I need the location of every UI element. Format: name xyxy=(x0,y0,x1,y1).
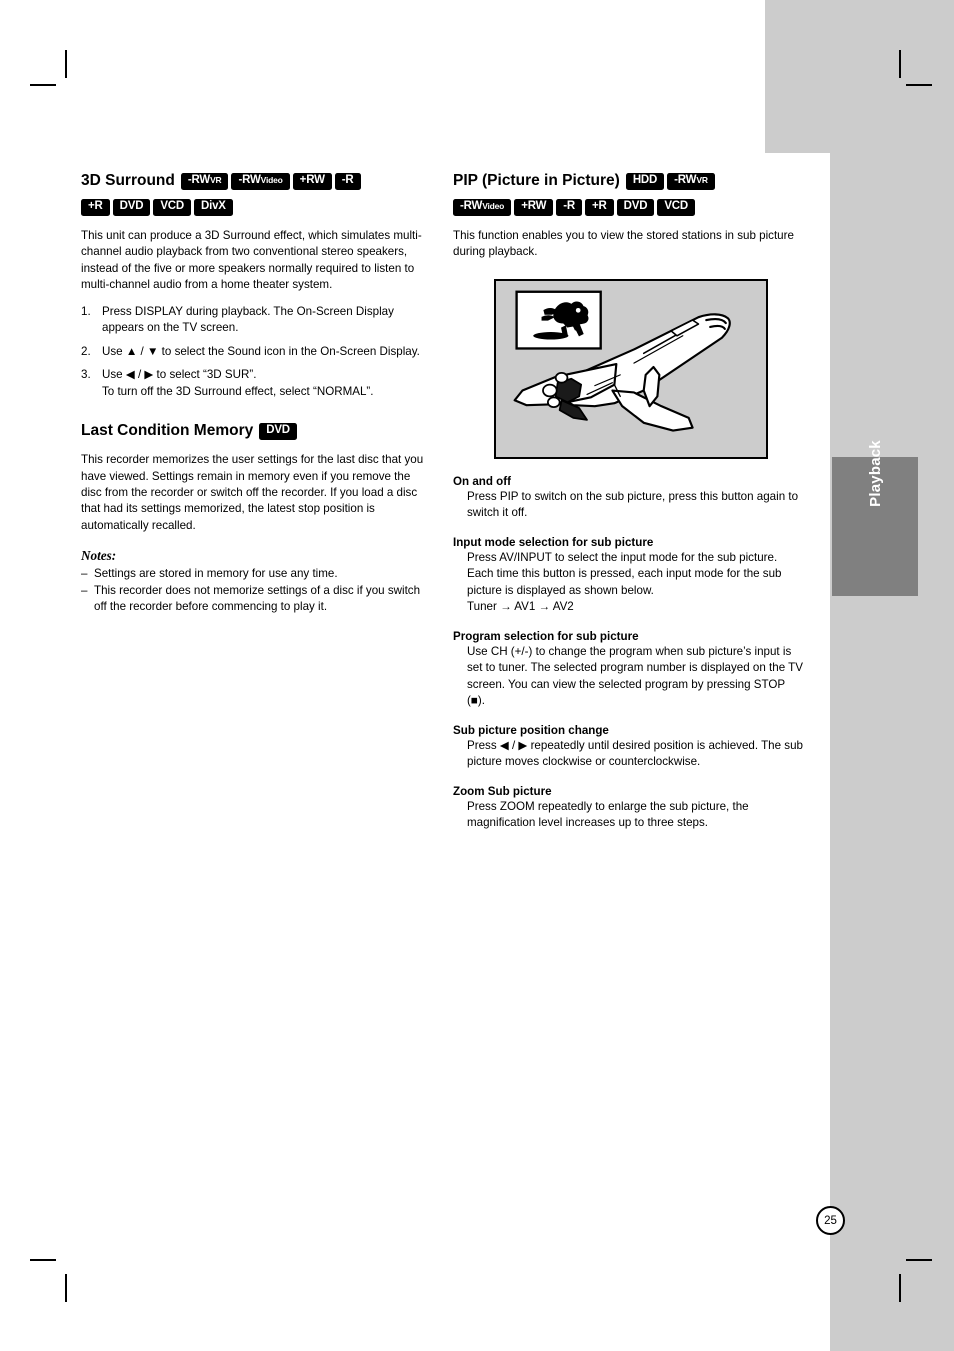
numbered-step-item: 2. Use ▲ / ▼ to select the Sound icon in … xyxy=(81,344,431,360)
crop-mark-bottom-left-vertical xyxy=(65,1274,67,1302)
page-gray-right-plate xyxy=(830,153,954,1351)
pip-subsection-heading: Zoom Sub picture xyxy=(453,784,552,798)
section-title-text: Last Condition Memory xyxy=(81,422,254,440)
pip-subsection-extra: Tuner → AV1 → AV2 xyxy=(467,600,574,614)
step-text: Use ◀ / ▶ to select “3D SUR”. To turn off… xyxy=(102,368,374,398)
pip-sub-picture-window xyxy=(515,290,602,350)
disc-badge-group-row2: -RWVideo +RW -R +R DVD VCD xyxy=(453,195,803,219)
numbered-step-item: 1. Press DISPLAY during playback. The On-… xyxy=(81,304,431,337)
note-dash-bullet: – xyxy=(81,567,88,581)
numbered-step-item: 3. Use ◀ / ▶ to select “3D SUR”. To turn o… xyxy=(81,367,431,400)
disc-format-badge-subtype: VR xyxy=(696,175,708,185)
crop-mark-top-right-vertical xyxy=(899,50,901,78)
pip-subsection-body: Press ZOOM repeatedly to enlarge the sub… xyxy=(467,799,749,830)
disc-format-badge: -R xyxy=(556,198,583,216)
pip-subsection-body: Press AV/INPUT to select the input mode … xyxy=(467,550,782,597)
manual-page: 3D Surround -RWVR -RWVideo +RW -R +R DVD VCD Di… xyxy=(0,0,954,1351)
pip-subsection-heading: Sub picture position change xyxy=(453,723,609,737)
disc-format-badge: DVD xyxy=(259,422,297,441)
crop-mark-bottom-right-vertical xyxy=(899,1274,901,1302)
disc-format-badge: VCD xyxy=(153,198,191,216)
disc-badge-group-inline: DVD xyxy=(259,422,300,441)
note-item: – Settings are stored in memory for use a… xyxy=(81,566,431,582)
section-title-text: PIP (Picture in Picture) xyxy=(453,172,620,189)
pip-subsection-heading: Program selection for sub picture xyxy=(453,629,639,643)
section-intro-paragraph: This function enables you to view the st… xyxy=(453,229,794,259)
note-text: This recorder does not memorize settings… xyxy=(94,583,421,614)
note-item: – This recorder does not memorize setting… xyxy=(81,583,431,616)
pip-subsection-body: Press ◀ / ▶ repeatedly until desired pos… xyxy=(467,738,803,769)
disc-format-badge-subtype: Video xyxy=(260,175,283,185)
page-gray-top-plate xyxy=(765,0,954,153)
disc-badge-group-inline: HDD -RWVR xyxy=(625,172,718,190)
section-heading-pip: PIP (Picture in Picture) HDD -RWVR xyxy=(453,172,803,193)
pip-subsection-body: Press PIP to switch on the sub picture, … xyxy=(467,489,799,520)
disc-format-badge: -RWVR xyxy=(180,172,229,190)
section-heading-3d-surround: 3D Surround -RWVR -RWVideo +RW -R xyxy=(81,172,431,193)
notes-list: – Settings are stored in memory for use a… xyxy=(81,566,431,615)
disc-format-badge-subtype: VR xyxy=(210,175,222,185)
left-column: 3D Surround -RWVR -RWVideo +RW -R +R DVD VCD Di… xyxy=(81,172,431,616)
disc-format-badge: +RW xyxy=(514,198,554,216)
pip-illustration-figure xyxy=(494,279,768,459)
step-number: 1. xyxy=(81,304,91,318)
chapter-side-tab: Playback xyxy=(832,440,918,596)
section-title-text: 3D Surround xyxy=(81,172,175,189)
step-text: Press DISPLAY during playback. The On-Sc… xyxy=(102,304,394,335)
right-column: PIP (Picture in Picture) HDD -RWVR -RWVide… xyxy=(453,172,803,832)
step-number: 2. xyxy=(81,344,91,358)
section-intro-paragraph: This unit can produce a 3D Surround effe… xyxy=(81,229,422,292)
chapter-side-tab-label: Playback xyxy=(866,440,884,507)
space-shuttle-illustration-icon xyxy=(513,290,731,432)
disc-format-badge: -RWVideo xyxy=(453,198,512,216)
note-text: Settings are stored in memory for use an… xyxy=(94,567,338,581)
numbered-step-list: 1. Press DISPLAY during playback. The On-… xyxy=(81,304,431,400)
pip-subsection-heading: Input mode selection for sub picture xyxy=(453,535,654,549)
crop-mark-top-left-vertical xyxy=(65,50,67,78)
disc-format-badge: -R xyxy=(334,172,361,190)
pip-subsection-heading: On and off xyxy=(453,474,511,488)
step-text: Use ▲ / ▼ to select the Sound icon in th… xyxy=(102,344,420,358)
crop-mark-bottom-right-horizontal xyxy=(906,1259,932,1261)
page-number-badge: 25 xyxy=(816,1206,845,1235)
disc-format-badge: -RWVideo xyxy=(231,172,290,190)
disc-format-badge: VCD xyxy=(657,198,696,216)
notes-heading: Notes: xyxy=(81,548,117,564)
disc-format-badge: +R xyxy=(81,198,110,216)
section-intro-paragraph: This recorder memorizes the user setting… xyxy=(81,453,424,532)
pip-subsection-body: Use CH (+/-) to change the program when … xyxy=(467,644,803,708)
disc-format-badge: +RW xyxy=(292,172,332,190)
disc-format-badge: DVD xyxy=(112,198,151,216)
pip-subsection-list: On and off Press PIP to switch on the sub… xyxy=(453,474,803,832)
disc-format-badge-subtype: Video xyxy=(482,201,505,211)
note-dash-bullet: – xyxy=(81,583,88,597)
step-number: 3. xyxy=(81,368,91,382)
crop-mark-top-right-horizontal xyxy=(906,84,932,86)
disc-format-badge: +R xyxy=(585,198,614,216)
section-heading-last-condition-memory: Last Condition Memory DVD xyxy=(81,422,431,443)
disc-badge-group-row2: +R DVD VCD DivX xyxy=(81,195,431,219)
disc-format-badge: -RWVR xyxy=(667,172,715,190)
crop-mark-top-left-horizontal xyxy=(30,84,56,86)
disc-format-badge: HDD xyxy=(625,172,665,190)
disc-badge-group-inline: -RWVR -RWVideo +RW -R xyxy=(180,172,364,190)
disc-format-badge: DVD xyxy=(616,198,655,216)
crop-mark-bottom-left-horizontal xyxy=(30,1259,56,1261)
disc-format-badge: DivX xyxy=(194,198,233,216)
